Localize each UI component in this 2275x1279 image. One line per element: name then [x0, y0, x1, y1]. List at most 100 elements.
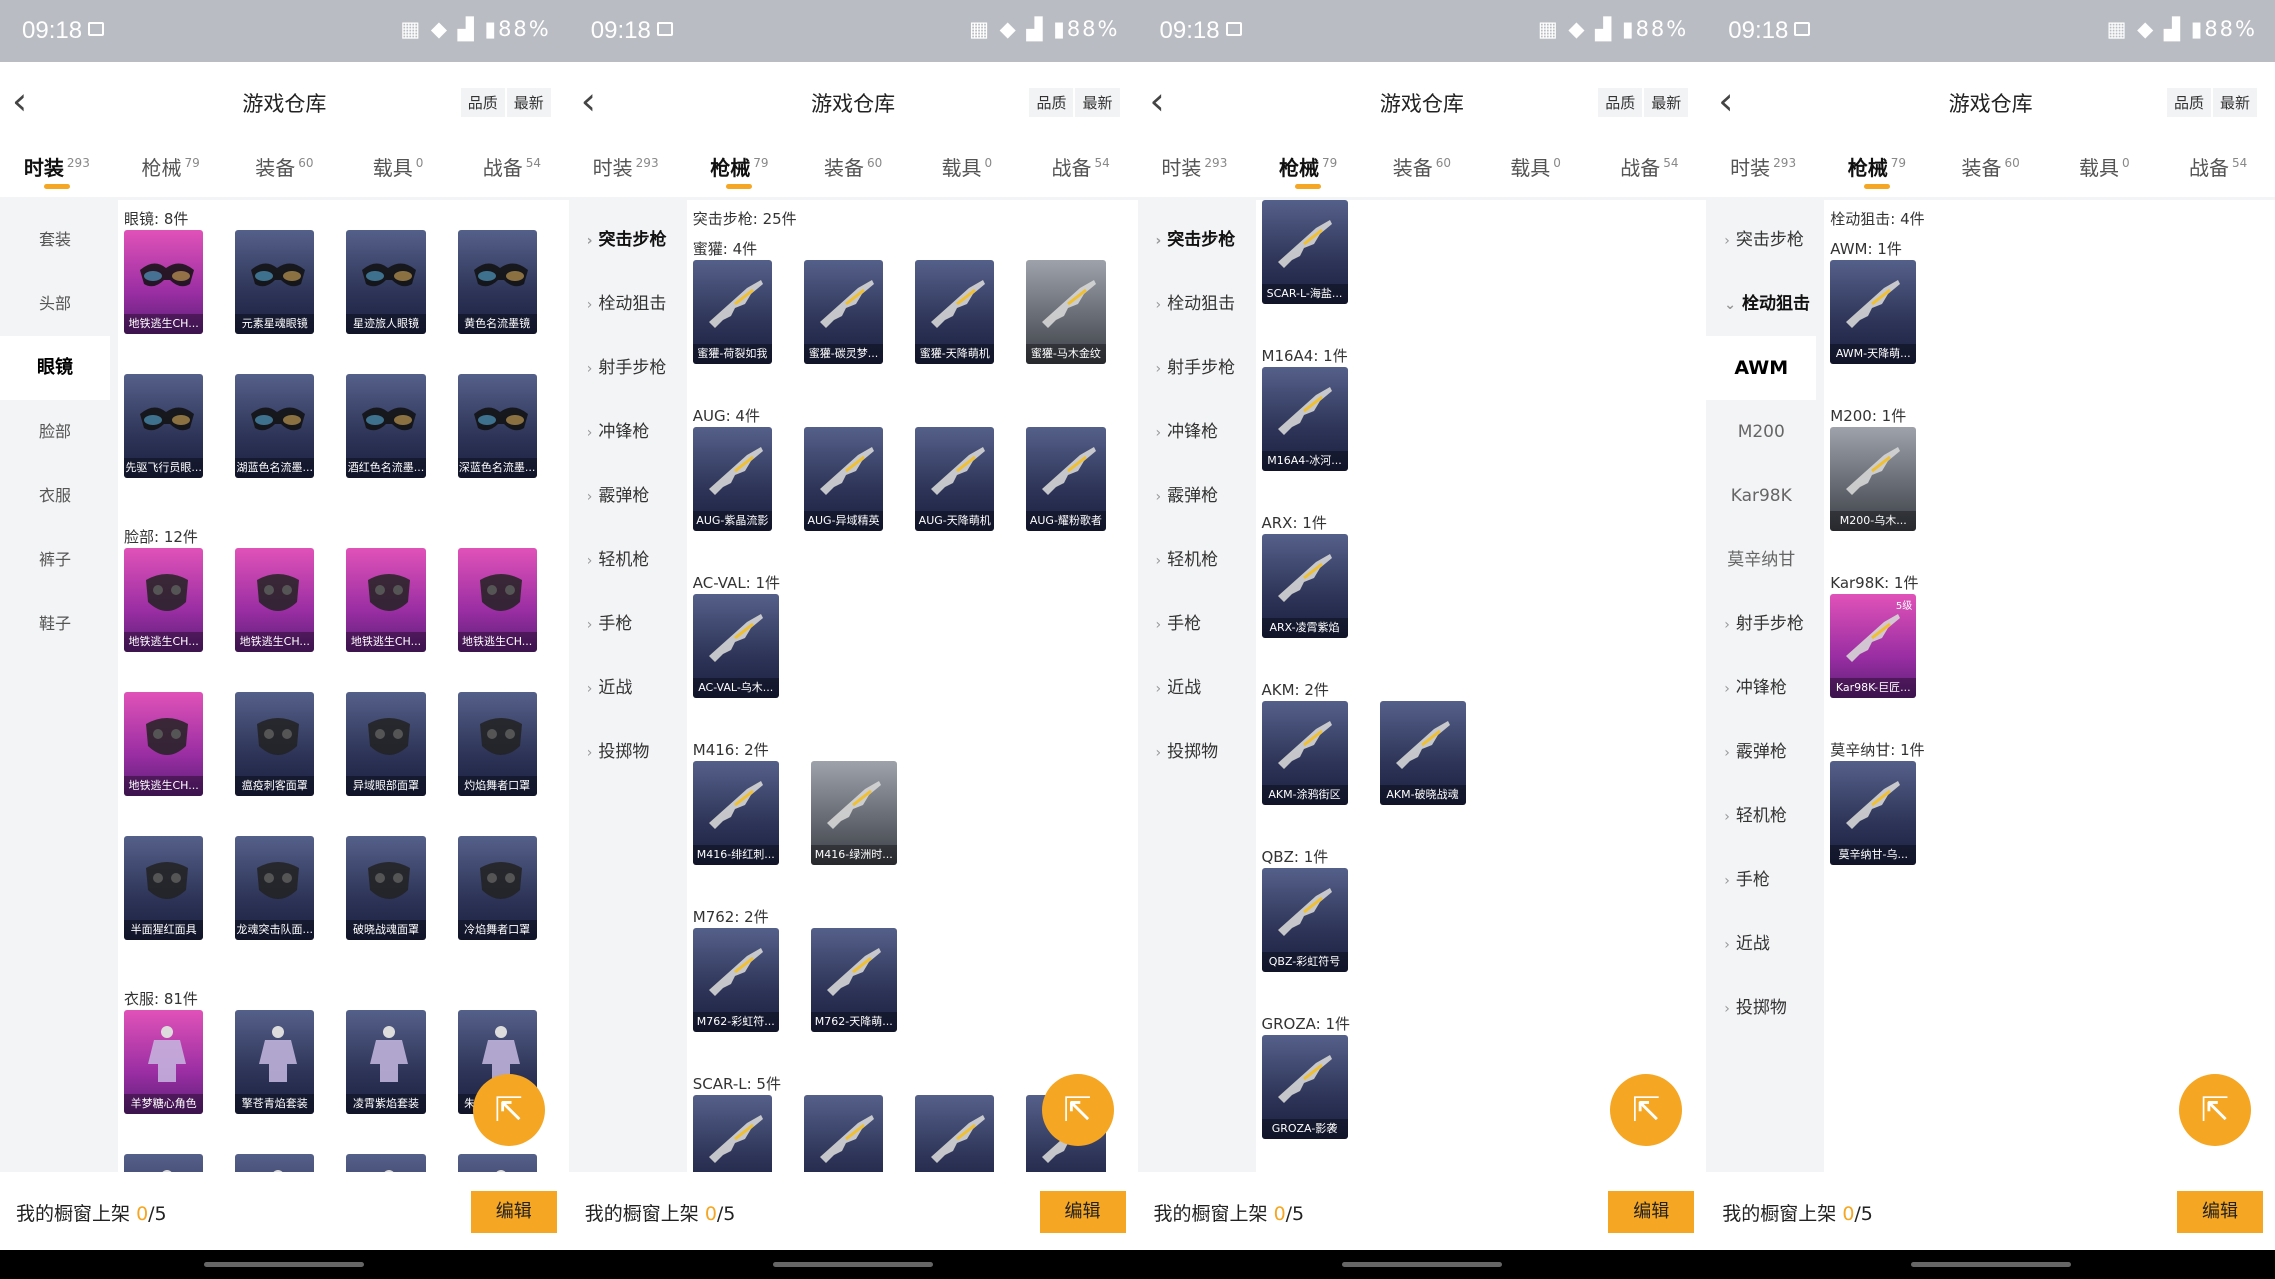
tab-2[interactable]: 装备 60 [228, 152, 342, 181]
sidebar-item[interactable]: › 霰弹枪 [569, 464, 679, 528]
inventory-item[interactable]: 元素星魂眼镜 [235, 230, 315, 334]
sidebar-item[interactable]: › 栓动狙击 [1138, 272, 1248, 336]
sidebar-item[interactable]: › 突击步枪 [1138, 208, 1248, 272]
inventory-item[interactable]: 灼焰舞者口罩 [457, 692, 537, 796]
tab-0[interactable]: 时装 293 [0, 152, 114, 189]
inventory-item[interactable]: 蜜獾-碳灵梦... [803, 260, 884, 364]
home-indicator[interactable] [773, 1262, 934, 1267]
inventory-item[interactable]: 瘟疫刺客面罩 [235, 692, 315, 796]
sidebar-item[interactable]: › 手枪 [1138, 592, 1248, 656]
sort-newest-button[interactable]: 最新 [1644, 88, 1689, 117]
sidebar-item[interactable]: › 霰弹枪 [1138, 464, 1248, 528]
sidebar-item[interactable]: › 栓动狙击 [569, 272, 679, 336]
sidebar-item[interactable]: › 近战 [1138, 656, 1248, 720]
tab-1[interactable]: 枪械 79 [1251, 152, 1365, 189]
sort-quality-button[interactable]: 品质 [2166, 88, 2211, 117]
tab-1[interactable]: 枪械 79 [1820, 152, 1934, 189]
share-icon[interactable]: ⇱ [1610, 1074, 1683, 1146]
tab-2[interactable]: 装备 60 [796, 152, 910, 181]
inventory-item[interactable]: QBZ-彩虹符号 [1261, 868, 1348, 972]
inventory-item[interactable]: M16A4-冰河... [1261, 367, 1348, 471]
share-icon[interactable]: ⇱ [2179, 1074, 2251, 1146]
tab-0[interactable]: 时装 293 [1706, 152, 1820, 181]
sidebar-item[interactable]: › 冲锋枪 [1706, 656, 1816, 720]
inventory-item[interactable]: AUG-紫晶流影 [692, 427, 772, 531]
inventory-item[interactable]: 地铁逃生CH... [346, 1154, 426, 1172]
tab-4[interactable]: 战备 54 [455, 152, 569, 181]
tab-4[interactable]: 战备 54 [1024, 152, 1138, 181]
tab-2[interactable]: 装备 60 [1934, 152, 2048, 181]
tab-0[interactable]: 时装 293 [569, 152, 683, 181]
sidebar-item[interactable]: › 投掷物 [569, 720, 679, 784]
inventory-item[interactable]: 酒红色名流墨... [346, 374, 426, 478]
sidebar-item[interactable]: › 射手步枪 [569, 336, 679, 400]
sort-newest-button[interactable]: 最新 [2212, 88, 2257, 117]
inventory-item[interactable]: M416-绿洲时... [810, 761, 897, 865]
edit-button[interactable]: 编辑 [470, 1191, 557, 1233]
inventory-item[interactable]: AUG-异域精英 [803, 427, 884, 531]
tab-4[interactable]: 战备 54 [1593, 152, 1707, 181]
inventory-item[interactable]: 蜜獾-荷裂如我 [692, 260, 772, 364]
sidebar-item[interactable]: › 突击步枪 [1706, 208, 1816, 272]
sort-quality-button[interactable]: 品质 [1598, 88, 1643, 117]
sort-quality-button[interactable]: 品质 [1029, 88, 1074, 117]
inventory-item[interactable]: 星迹旅人眼镜 [346, 230, 426, 334]
inventory-item[interactable]: 羊梦糖心角色 [124, 1010, 204, 1114]
sidebar-item[interactable]: 眼镜 [0, 336, 110, 400]
inventory-item[interactable]: M416-绯红刺... [692, 761, 779, 865]
sidebar-item[interactable]: › 冲锋枪 [1138, 400, 1248, 464]
inventory-item[interactable]: AKM-破晓战魂 [1379, 701, 1466, 805]
share-icon[interactable]: ⇱ [472, 1074, 545, 1146]
home-indicator[interactable] [1341, 1262, 1502, 1267]
inventory-item[interactable]: 蜜獾-马木金纹 [1026, 260, 1106, 364]
sidebar-item[interactable]: › 投掷物 [1706, 976, 1816, 1040]
sort-newest-button[interactable]: 最新 [506, 88, 551, 117]
tab-3[interactable]: 载具 0 [910, 152, 1024, 181]
home-indicator[interactable] [1910, 1262, 2071, 1267]
inventory-item[interactable]: M200-乌木... [1830, 427, 1917, 531]
sidebar-item[interactable]: 裤子 [0, 528, 110, 592]
tab-3[interactable]: 载具 0 [1479, 152, 1593, 181]
inventory-item[interactable]: AUG-天降萌机 [915, 427, 995, 531]
inventory-item[interactable]: AKM-涂鸦街区 [1261, 701, 1348, 805]
inventory-item[interactable]: 半面猩红面具 [124, 836, 204, 940]
tab-2[interactable]: 装备 60 [1365, 152, 1479, 181]
sidebar-item[interactable]: › 手枪 [1706, 848, 1816, 912]
inventory-item[interactable]: 地铁逃生CH... [457, 548, 537, 652]
inventory-item[interactable]: 湖蓝色名流墨... [235, 374, 315, 478]
tab-0[interactable]: 时装 293 [1138, 152, 1252, 181]
sidebar-item[interactable]: 脸部 [0, 400, 110, 464]
inventory-item[interactable]: SCAR-L-星迹... [915, 1095, 995, 1172]
inventory-item[interactable]: 青丽时光短袖 [124, 1154, 204, 1172]
edit-button[interactable]: 编辑 [1608, 1191, 1695, 1233]
sidebar-item[interactable]: › 投掷物 [1138, 720, 1248, 784]
inventory-item[interactable]: 朱羽铁甲外套 [457, 1154, 537, 1172]
inventory-item[interactable]: 瘟疫刺客上衣 [235, 1154, 315, 1172]
inventory-item[interactable]: 龙魂突击队面... [235, 836, 315, 940]
sidebar-item[interactable]: › 轻机枪 [1706, 784, 1816, 848]
inventory-item[interactable]: 蜜獾-天降萌机 [915, 260, 995, 364]
inventory-item[interactable]: 异域眼部面罩 [346, 692, 426, 796]
tab-1[interactable]: 枪械 79 [683, 152, 797, 189]
tab-3[interactable]: 载具 0 [341, 152, 455, 181]
inventory-item[interactable]: 地铁逃生CH... [124, 692, 204, 796]
share-icon[interactable]: ⇱ [1041, 1074, 1114, 1146]
sidebar-item[interactable]: › 近战 [569, 656, 679, 720]
inventory-item[interactable]: M762-彩虹符... [692, 928, 779, 1032]
inventory-item[interactable]: AC-VAL-乌木... [692, 594, 779, 698]
sort-quality-button[interactable]: 品质 [460, 88, 505, 117]
inventory-item[interactable]: GROZA-影袭 [1261, 1035, 1348, 1139]
inventory-item[interactable]: 先驱飞行员眼... [124, 374, 204, 478]
sidebar-item[interactable]: 头部 [0, 272, 110, 336]
sidebar-item[interactable]: 衣服 [0, 464, 110, 528]
sidebar-item[interactable]: › 霰弹枪 [1706, 720, 1816, 784]
inventory-item[interactable]: 凌霄紫焰套装 [346, 1010, 426, 1114]
inventory-item[interactable]: AUG-耀粉歌者 [1026, 427, 1106, 531]
inventory-item[interactable]: ARX-凌霄紫焰 [1261, 534, 1348, 638]
inventory-item[interactable]: AWM-天降萌... [1830, 260, 1917, 364]
inventory-item[interactable]: SCAR-L-彩虹... [692, 1095, 772, 1172]
sidebar-item[interactable]: 鞋子 [0, 592, 110, 656]
inventory-item[interactable]: 深蓝色名流墨... [457, 374, 537, 478]
inventory-item[interactable]: 地铁逃生CH... [346, 548, 426, 652]
inventory-item[interactable]: 5级 Kar98K-巨匠... [1830, 594, 1917, 698]
